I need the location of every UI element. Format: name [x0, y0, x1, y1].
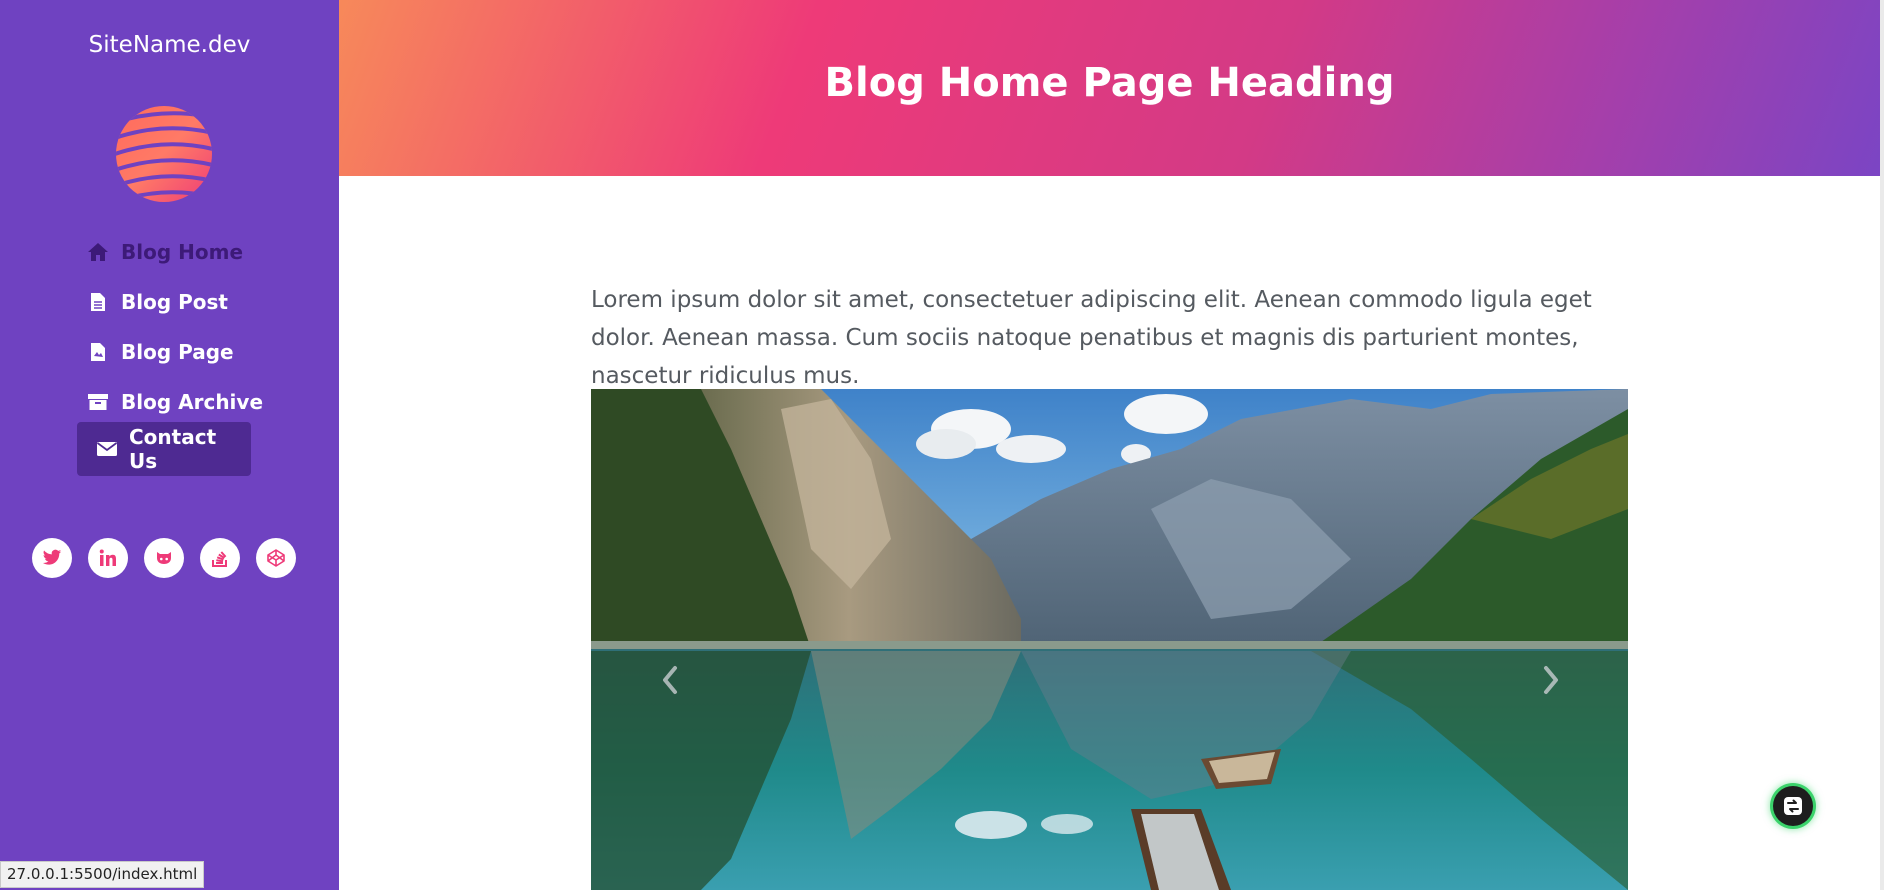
page-header: Blog Home Page Heading: [339, 0, 1880, 176]
nav-label: Blog Archive: [121, 390, 264, 414]
social-links: [32, 538, 296, 578]
live-server-icon: [1784, 797, 1802, 815]
live-server-button[interactable]: [1773, 786, 1813, 826]
linkedin-icon[interactable]: [88, 538, 128, 578]
image-carousel[interactable]: [591, 389, 1628, 890]
nav-label: Blog Home: [121, 240, 244, 264]
sidebar: SiteName.dev Blog Home Blog Post Blog Pa…: [0, 0, 339, 890]
page-icon: [87, 341, 109, 363]
github-icon[interactable]: [144, 538, 184, 578]
archive-icon: [87, 391, 109, 413]
codepen-icon[interactable]: [256, 538, 296, 578]
status-bar-url: 27.0.0.1:5500/index.html: [0, 861, 205, 888]
nav-blog-archive[interactable]: Blog Archive: [77, 375, 277, 429]
site-name[interactable]: SiteName.dev: [0, 32, 339, 58]
twitter-icon[interactable]: [32, 538, 72, 578]
nav-contact-us[interactable]: Contact Us: [77, 422, 251, 476]
nav-blog-home[interactable]: Blog Home: [77, 225, 257, 279]
nav-label: Contact Us: [129, 425, 217, 473]
nav-label: Blog Post: [121, 290, 228, 314]
scrollbar[interactable]: [1880, 0, 1884, 890]
chevron-left-icon: [663, 666, 677, 694]
page-title: Blog Home Page Heading: [824, 60, 1395, 106]
envelope-icon: [97, 438, 117, 460]
document-icon: [87, 291, 109, 313]
carousel-next-button[interactable]: [1531, 660, 1571, 700]
intro-paragraph: Lorem ipsum dolor sit amet, consectetuer…: [591, 287, 1592, 389]
nav-blog-page[interactable]: Blog Page: [77, 325, 248, 379]
stackoverflow-icon[interactable]: [200, 538, 240, 578]
nav-label: Blog Page: [121, 340, 234, 364]
home-icon: [87, 241, 109, 263]
carousel-prev-button[interactable]: [650, 660, 690, 700]
nav-blog-post[interactable]: Blog Post: [77, 275, 242, 329]
mountain-lake-with-rowboats: [591, 389, 1628, 890]
striped-globe-logo: [114, 104, 214, 204]
chevron-right-icon: [1544, 666, 1558, 694]
